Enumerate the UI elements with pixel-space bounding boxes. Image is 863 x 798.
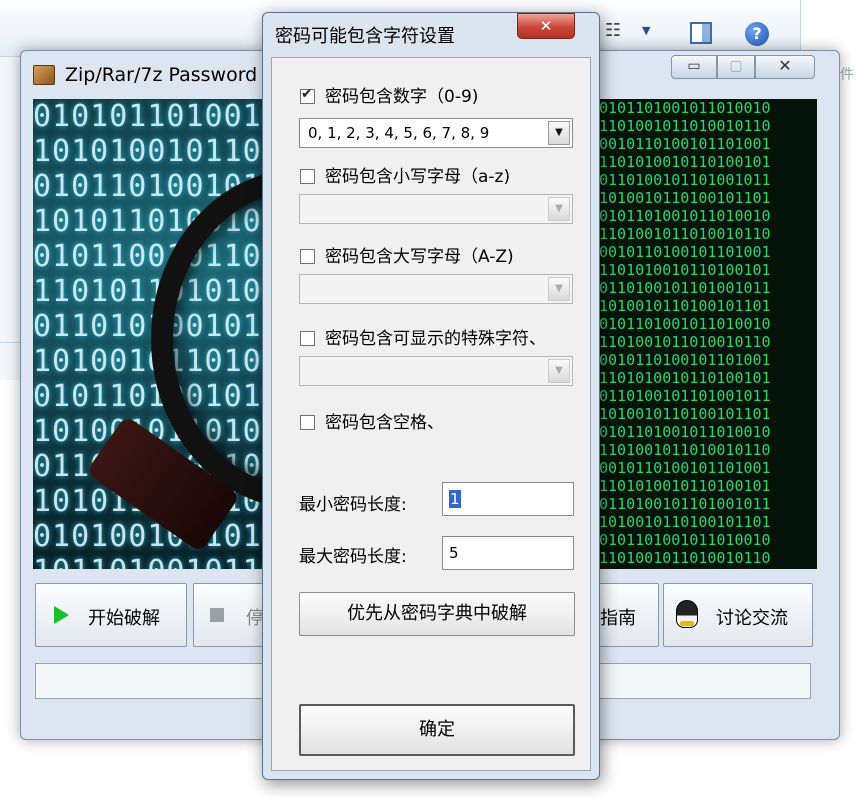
option-digits[interactable]: 密码包含数字（0-9) — [300, 82, 479, 107]
discuss-label: 讨论交流 — [716, 608, 788, 629]
option-lowercase-label: 密码包含小写字母（a-z) — [325, 167, 511, 187]
option-uppercase[interactable]: 密码包含大写字母（A-Z) — [300, 242, 514, 267]
view-list-icon[interactable]: ☷ — [605, 20, 621, 41]
dropdown-arrow-icon[interactable]: ▼ — [548, 277, 570, 301]
dialog-body: 密码包含数字（0-9) 0, 1, 2, 3, 4, 5, 6, 7, 8, 9… — [271, 57, 591, 771]
digits-select-value: 0, 1, 2, 3, 4, 5, 6, 7, 8, 9 — [308, 124, 490, 142]
help-icon[interactable]: ? — [745, 22, 769, 46]
dropdown-arrow-icon[interactable]: ▼ — [548, 197, 570, 221]
min-length-label: 最小密码长度: — [299, 495, 407, 515]
background-text-fragment: 件 — [840, 67, 854, 83]
option-space[interactable]: 密码包含空格、 — [300, 408, 444, 433]
minimize-button[interactable]: ▭ — [671, 55, 717, 79]
green-binary-panel: 0101101001011010010 1101001011010010110 … — [599, 99, 817, 569]
option-lowercase[interactable]: 密码包含小写字母（a-z) — [300, 162, 511, 187]
digits-select[interactable]: 0, 1, 2, 3, 4, 5, 6, 7, 8, 9 ▼ — [299, 118, 573, 148]
chevron-down-icon[interactable]: ▼ — [642, 24, 650, 37]
stop-icon — [210, 608, 224, 622]
stop-button[interactable]: 停 — [193, 583, 273, 647]
preview-pane-icon[interactable] — [690, 22, 712, 44]
dropdown-arrow-icon[interactable]: ▼ — [548, 359, 570, 383]
max-length-label: 最大密码长度: — [299, 547, 407, 567]
play-icon — [54, 606, 69, 624]
min-length-value: 1 — [449, 490, 461, 508]
dialog-title: 密码可能包含字符设置 — [275, 26, 455, 47]
guide-label: 指南 — [600, 608, 636, 629]
checkbox-icon[interactable] — [300, 415, 315, 430]
divider — [0, 342, 20, 343]
max-length-input[interactable]: 5 — [442, 536, 574, 570]
maximize-button[interactable]: ▢ — [717, 55, 755, 79]
ok-button[interactable]: 确定 — [299, 704, 575, 756]
lowercase-select[interactable]: ▼ — [299, 194, 573, 224]
max-length-value: 5 — [449, 544, 459, 562]
dropdown-arrow-icon[interactable]: ▼ — [548, 121, 570, 145]
uppercase-select[interactable]: ▼ — [299, 274, 573, 304]
start-crack-button[interactable]: 开始破解 — [35, 583, 187, 647]
start-crack-label: 开始破解 — [88, 608, 160, 629]
dialog-close-button[interactable]: ✕ — [517, 13, 575, 39]
checkbox-icon[interactable] — [300, 331, 315, 346]
option-special-chars[interactable]: 密码包含可显示的特殊字符、 — [300, 324, 546, 349]
special-chars-select[interactable]: ▼ — [299, 356, 573, 386]
discuss-button[interactable]: 讨论交流 — [663, 583, 813, 647]
main-window-title: Zip/Rar/7z Password C — [65, 64, 277, 86]
box-app-icon — [33, 65, 55, 85]
checkbox-icon[interactable] — [300, 169, 315, 184]
dictionary-first-button[interactable]: 优先从密码字典中破解 — [299, 592, 575, 636]
option-uppercase-label: 密码包含大写字母（A-Z) — [325, 247, 514, 267]
option-digits-label: 密码包含数字（0-9) — [325, 87, 479, 107]
penguin-icon — [676, 600, 698, 628]
min-length-input[interactable]: 1 — [442, 482, 574, 516]
close-button[interactable]: ✕ — [755, 55, 815, 79]
option-space-label: 密码包含空格、 — [325, 413, 444, 433]
option-special-chars-label: 密码包含可显示的特殊字符、 — [325, 329, 546, 349]
checkbox-icon[interactable] — [300, 249, 315, 264]
charset-settings-dialog: 密码可能包含字符设置 ✕ 密码包含数字（0-9) 0, 1, 2, 3, 4, … — [262, 12, 600, 780]
checkbox-icon[interactable] — [300, 86, 315, 104]
